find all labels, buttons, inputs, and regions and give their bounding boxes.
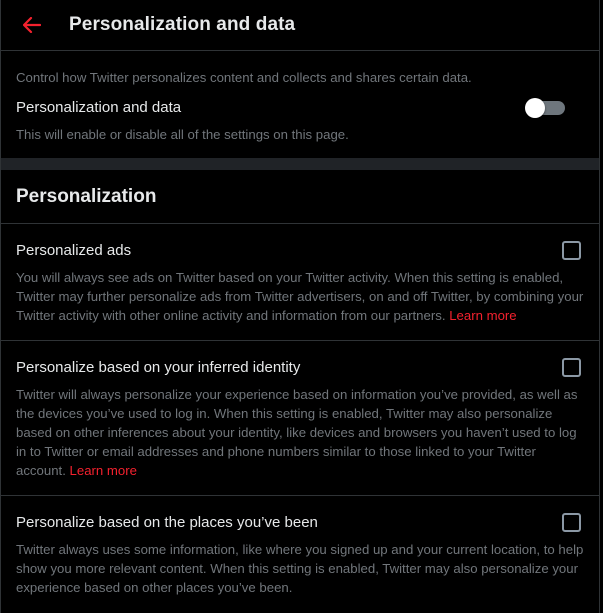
setting-description: Twitter always uses some information, li… — [16, 540, 584, 597]
setting-item-inferred-identity: Personalize based on your inferred ident… — [1, 341, 599, 496]
settings-panel: Personalization and data Control how Twi… — [0, 0, 600, 613]
setting-description: You will always see ads on Twitter based… — [16, 268, 584, 325]
page-title: Personalization and data — [69, 14, 296, 35]
setting-label: Personalized ads — [16, 241, 132, 259]
setting-row: Personalize based on the places you’ve b… — [16, 510, 584, 534]
setting-row: Personalize based on your inferred ident… — [16, 355, 584, 379]
intro-description: Control how Twitter personalizes content… — [16, 70, 472, 85]
page-header: Personalization and data — [1, 0, 599, 51]
places-been-checkbox[interactable] — [562, 512, 581, 532]
back-button[interactable] — [21, 14, 43, 36]
setting-label: Personalize based on your inferred ident… — [16, 358, 301, 376]
setting-description-text: Twitter always uses some information, li… — [16, 542, 584, 595]
master-setting-row: Personalization and data — [16, 96, 584, 118]
setting-item-personalized-ads: Personalized ads You will always see ads… — [1, 224, 599, 341]
personalization-toggle[interactable] — [525, 97, 565, 118]
learn-more-link[interactable]: Learn more — [70, 463, 137, 478]
master-setting-label: Personalization and data — [16, 98, 182, 116]
intro-section: Control how Twitter personalizes content… — [1, 51, 599, 144]
section-heading-personalization: Personalization — [1, 170, 599, 224]
setting-label: Personalize based on the places you’ve b… — [16, 513, 318, 531]
master-setting-description: This will enable or disable all of the s… — [16, 127, 349, 142]
learn-more-link[interactable]: Learn more — [449, 308, 516, 323]
section-divider — [1, 158, 599, 170]
arrow-left-icon — [23, 17, 41, 33]
setting-row: Personalized ads — [16, 238, 584, 262]
setting-description: Twitter will always personalize your exp… — [16, 385, 584, 480]
toggle-knob — [525, 98, 545, 118]
setting-item-places-been: Personalize based on the places you’ve b… — [1, 496, 599, 612]
personalization-list: Personalized ads You will always see ads… — [1, 224, 599, 612]
inferred-identity-checkbox[interactable] — [562, 357, 581, 377]
personalized-ads-checkbox[interactable] — [562, 240, 581, 260]
